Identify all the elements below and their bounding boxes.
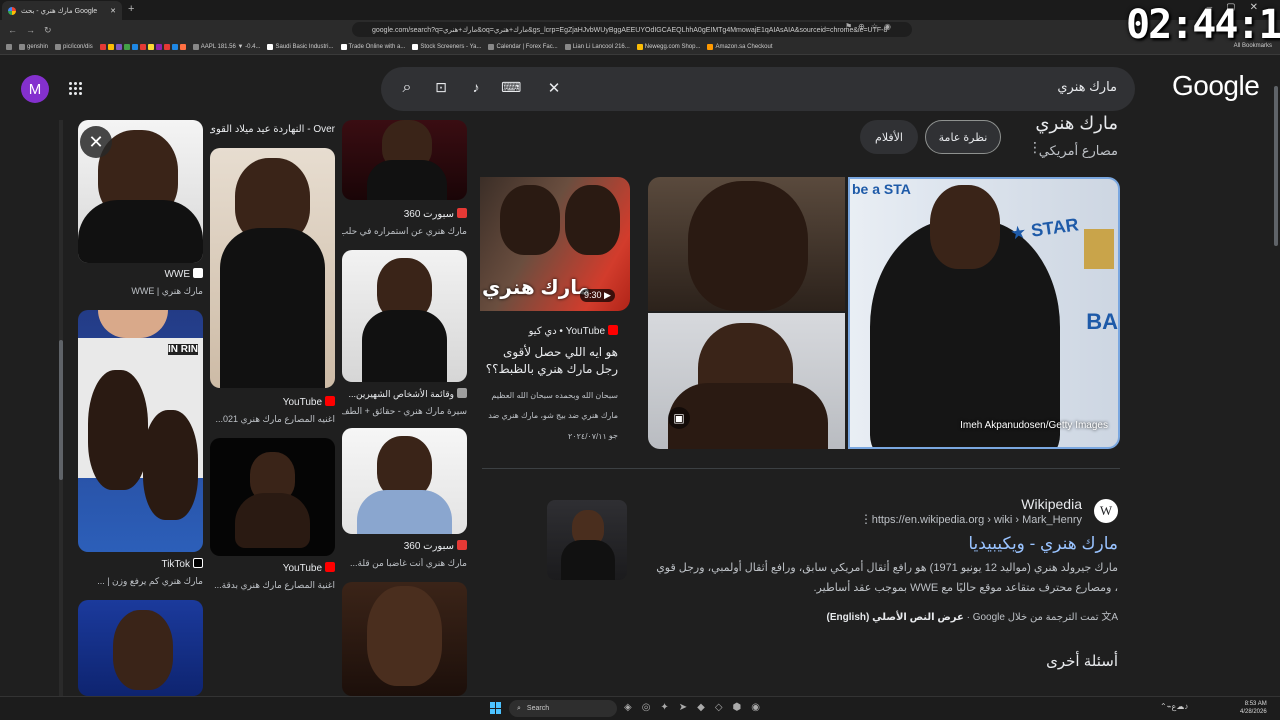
tab-strip: مارك هنري - بحث Google ✕ + –▢✕ <box>0 0 1280 20</box>
lens-icon[interactable]: ⊡ <box>431 79 451 96</box>
search-query[interactable]: مارك هنري <box>1057 79 1117 95</box>
image-title[interactable]: مارك هنري | WWE <box>78 286 203 297</box>
image-source[interactable]: وقائمة الأشخاص الشهيرين... <box>342 388 467 400</box>
bookmark-icons-group[interactable] <box>99 44 186 50</box>
main-photo[interactable]: ★ STAR be a STA BA Imeh Akpanudosen/Gett… <box>848 177 1120 449</box>
image-title[interactable]: مارك هنري كم يرفع وزن | ... <box>78 576 203 587</box>
windows-start-icon[interactable] <box>490 702 502 714</box>
image-source[interactable]: WWE <box>78 268 203 280</box>
knowledge-subtitle: مصارع أمريكي <box>1038 143 1118 158</box>
photo-credit: Imeh Akpanudosen/Getty Images <box>960 420 1108 431</box>
keyboard-icon[interactable]: ⌨ <box>501 79 521 96</box>
video-thumbnail[interactable]: مارك هنري 9:30 ▶ <box>480 177 630 311</box>
image-tile[interactable] <box>78 600 203 696</box>
address-bar[interactable]: google.com/search?q=مارك+هنري&oq=مارك+هن… <box>352 22 912 37</box>
google-logo[interactable]: Google <box>1172 70 1260 102</box>
video-title[interactable]: هو ايه اللي حصل لأقوى رجل مارك هنري بالظ… <box>480 344 618 378</box>
windows-taskbar: ⌕ Search ◈◎✦➤◆◇⬢◉ ⌃⌁ع☁♪ 8:53 AM 4/28/2026 <box>0 696 1280 720</box>
bookmark-item[interactable]: Calendar | Forex Fac... <box>488 44 558 50</box>
taskbar-search[interactable]: ⌕ Search <box>509 700 617 717</box>
mic-icon[interactable]: ♪ <box>466 79 486 95</box>
video-duration: 9:30 ▶ <box>580 289 615 302</box>
translation-note: 文A تمت الترجمة من خلال Google · عرض النص… <box>826 612 1118 623</box>
tab-overview[interactable]: نظرة عامة <box>925 120 1001 154</box>
bookmark-item[interactable]: AAPL 181.56 ▼ -0.4... <box>192 44 260 50</box>
clear-search-icon[interactable]: ✕ <box>544 79 564 97</box>
bookmark-item[interactable]: Amazon.sa Checkout <box>707 44 773 50</box>
image-title[interactable]: اغنيه المصارع مارك هنري 021... <box>210 414 335 425</box>
extension-icons[interactable]: ⚑⊕☆◉ <box>845 22 897 31</box>
image-tile[interactable] <box>342 120 467 200</box>
reload-icon[interactable]: ↻ <box>44 25 54 36</box>
bookmarks-bar: genshin pic/icon/dis AAPL 181.56 ▼ -0.4.… <box>0 40 1280 55</box>
page-scrollbar[interactable] <box>1272 56 1280 696</box>
google-favicon-icon <box>8 6 16 15</box>
image-title[interactable]: سيرة مارك هنري - حقائق + الطف... <box>342 406 467 417</box>
wiki-more-icon[interactable]: ⋮ <box>860 512 872 526</box>
forward-icon[interactable]: → <box>26 25 36 35</box>
wiki-thumbnail[interactable] <box>547 500 627 580</box>
bookmark-item[interactable]: Newegg.com Shop... <box>636 44 700 50</box>
bookmark-item[interactable]: Trade Online with a... <box>340 44 405 50</box>
wikipedia-icon[interactable]: W <box>1094 499 1118 523</box>
search-box[interactable]: ⌕ ⊡ ♪ ⌨ ✕ مارك هنري <box>381 67 1135 111</box>
video-source[interactable]: YouTube • دي كيو <box>529 325 618 337</box>
wiki-site-name[interactable]: Wikipedia <box>1021 496 1082 512</box>
image-source[interactable]: YouTube <box>210 562 335 574</box>
taskbar-clock[interactable]: 8:53 AM 4/28/2026 <box>1240 700 1267 716</box>
images-scrollbar[interactable] <box>59 120 63 696</box>
overlay-clock: 02:44:17 <box>1126 2 1280 48</box>
bookmark-item[interactable]: Saudi Basic Industri... <box>267 44 334 50</box>
close-images-icon[interactable]: ✕ <box>80 126 112 158</box>
video-overlay-text: مارك هنري <box>482 277 591 299</box>
knowledge-title: مارك هنري <box>1035 113 1118 133</box>
tab-close-icon[interactable]: ✕ <box>110 7 116 15</box>
image-tile[interactable] <box>210 438 335 556</box>
image-source[interactable]: YouTube <box>210 396 335 408</box>
image-source[interactable]: سبورت 360 <box>342 208 467 220</box>
system-tray-icons[interactable]: ⌃⌁ع☁♪ <box>1160 702 1188 711</box>
image-source[interactable]: سبورت 360 <box>342 540 467 552</box>
bookmark-item[interactable]: Stock Screeners - Ya... <box>412 44 481 50</box>
new-tab-button[interactable]: + <box>128 3 134 15</box>
google-apps-icon[interactable] <box>69 82 83 96</box>
apps-bookmark-icon[interactable] <box>6 44 12 50</box>
url-text: google.com/search?q=مارك+هنري&oq=مارك+هن… <box>372 26 888 34</box>
wiki-title-link[interactable]: مارك هنري - ويكيبيديا <box>968 534 1118 554</box>
section-divider <box>482 468 1120 469</box>
bookmark-item[interactable]: Lian Li Lancool 216... <box>564 44 630 50</box>
tab-title: مارك هنري - بحث Google <box>21 7 98 15</box>
show-original-link[interactable]: عرض النص الأصلي (English) <box>827 612 964 623</box>
bookmark-item[interactable]: genshin <box>19 44 48 50</box>
image-tile[interactable] <box>342 428 467 534</box>
bookmark-item[interactable]: pic/icon/dis <box>55 44 93 50</box>
wiki-url[interactable]: https://en.wikipedia.org › wiki › Mark_H… <box>872 514 1082 526</box>
search-icon: ⌕ <box>517 704 521 712</box>
tab-google-search[interactable]: مارك هنري - بحث Google ✕ <box>2 1 122 20</box>
image-title[interactable]: Over - النهاردة عيد ميلاد القوى... <box>210 124 335 135</box>
image-tile[interactable] <box>342 582 467 696</box>
back-icon[interactable]: ← <box>8 25 18 35</box>
wiki-snippet: مارك جيرولد هنري (مواليد 12 يونيو 1971) … <box>656 562 1118 594</box>
image-title[interactable]: مارك هنري أنت غاضبا من قلة... <box>342 558 467 569</box>
image-source[interactable]: TikTok <box>78 558 203 570</box>
image-title[interactable]: اغنية المصارع مارك هنري بدقة... <box>210 580 335 591</box>
translate-icon: 文A <box>1101 612 1118 623</box>
people-also-ask-heading: أسئلة أخرى <box>1046 653 1118 670</box>
search-icon[interactable]: ⌕ <box>397 79 417 97</box>
video-date: ٢٠٢٤/٠٧/١١ <box>568 432 607 441</box>
image-tile[interactable] <box>342 250 467 382</box>
more-options-icon[interactable]: ⋮ <box>1028 139 1042 156</box>
image-title[interactable]: مارك هنري عن استمراره في حلب... <box>342 226 467 237</box>
account-avatar[interactable]: M <box>21 75 49 103</box>
image-results-pane: WWE مارك هنري | WWE IN RIN TikTok مارك ه… <box>60 120 480 696</box>
taskbar-app-icons[interactable]: ◈◎✦➤◆◇⬢◉ <box>624 702 770 713</box>
photo-face[interactable] <box>648 177 845 311</box>
image-gallery-icon[interactable]: ▣ <box>668 407 690 429</box>
image-tile[interactable] <box>210 148 335 388</box>
photo-arms-crossed[interactable]: ▣ <box>648 313 845 449</box>
tab-films[interactable]: الأفلام <box>860 120 918 154</box>
image-tile[interactable]: IN RIN <box>78 310 203 552</box>
